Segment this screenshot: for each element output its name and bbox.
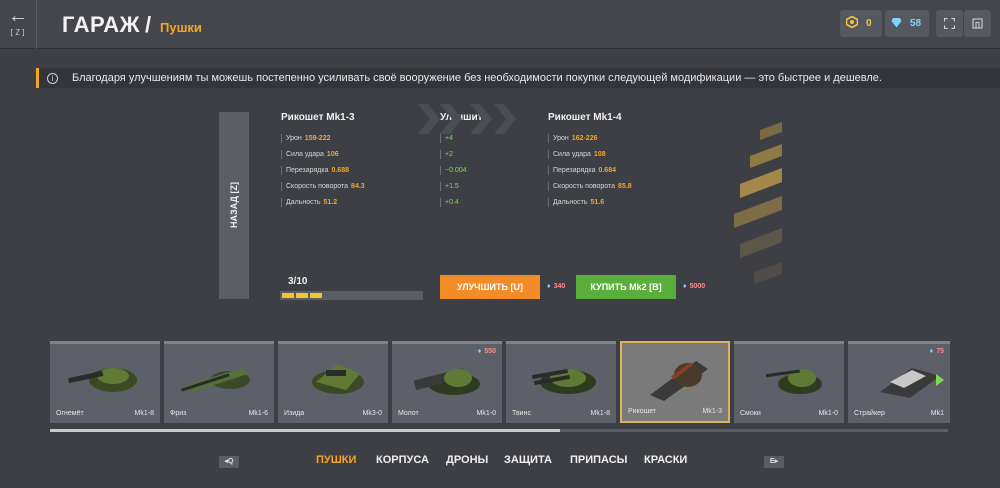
crystal-icon bbox=[891, 17, 902, 31]
current-stat-damage: Урон 159-222 bbox=[281, 134, 331, 143]
turret-image bbox=[68, 368, 137, 392]
diff-reload: −0.004 bbox=[440, 166, 467, 175]
item-modification: Mk1-8 bbox=[134, 410, 154, 417]
chevron-right-icon bbox=[470, 104, 492, 134]
current-stat-range: Дальность 51.2 bbox=[281, 198, 337, 207]
crystals-value: 58 bbox=[910, 18, 922, 29]
item-modification: Mk1-0 bbox=[476, 410, 496, 417]
next-item-title: Рикошет Mk1-4 bbox=[548, 112, 622, 123]
diff-impact: +2 bbox=[440, 150, 453, 159]
item-card-twins[interactable]: Твинс Mk1-8 bbox=[506, 341, 616, 423]
page-title: ГАРАЖ bbox=[62, 12, 140, 37]
tab-supplies[interactable]: ПРИПАСЫ bbox=[570, 454, 627, 466]
buy-button[interactable]: КУПИТЬ Mk2 [B] bbox=[576, 275, 676, 299]
tab-drones[interactable]: ДРОНЫ bbox=[446, 454, 488, 466]
item-card-isida[interactable]: Изида Mk3-0 bbox=[278, 341, 388, 423]
items-scrollbar-thumb[interactable] bbox=[50, 429, 560, 432]
chevron-right-icon bbox=[418, 104, 440, 134]
rank-value: 0 bbox=[866, 18, 872, 29]
info-icon: i bbox=[47, 72, 58, 84]
turret-image bbox=[413, 368, 480, 395]
rank-icon bbox=[845, 15, 859, 31]
buy-price: ♦ 5000 bbox=[683, 283, 706, 290]
fullscreen-button[interactable] bbox=[936, 10, 963, 37]
next-stat-damage: Урон 162-226 bbox=[548, 134, 598, 143]
upgrade-button[interactable]: УЛУЧШИТЬ [U] bbox=[440, 275, 540, 299]
item-name: Страйкер bbox=[854, 410, 885, 417]
rank-counter[interactable]: 0 bbox=[840, 10, 882, 37]
tab-hulls[interactable]: КОРПУСА bbox=[376, 454, 429, 466]
tab-guns[interactable]: ПУШКИ bbox=[316, 454, 356, 466]
next-tab-key[interactable]: E▸ bbox=[764, 456, 784, 468]
arrow-left-icon: ← bbox=[8, 5, 28, 27]
item-card-flamethrower[interactable]: Огнемёт Mk1-8 bbox=[50, 341, 160, 423]
upgrade-price: ♦ 340 bbox=[547, 283, 566, 290]
turret-image bbox=[312, 364, 364, 394]
progress-segment bbox=[296, 293, 308, 298]
next-stat-impact: Сила удара 108 bbox=[548, 150, 606, 159]
turret-image bbox=[650, 361, 708, 401]
info-accent bbox=[36, 68, 39, 88]
diff-rotation: +1.5 bbox=[440, 182, 459, 191]
next-stat-rotation: Скорость поворота 85.8 bbox=[548, 182, 632, 191]
turret-image bbox=[531, 368, 596, 394]
tab-paints[interactable]: КРАСКИ bbox=[644, 454, 687, 466]
progress-segment bbox=[282, 293, 294, 298]
chevron-right-icon bbox=[494, 104, 516, 134]
back-key-hint: [Z] bbox=[9, 28, 27, 37]
item-modification: Mk1-8 bbox=[590, 410, 610, 417]
tab-protection[interactable]: ЗАЩИТА bbox=[504, 454, 552, 466]
prev-tab-key[interactable]: ◂Q bbox=[219, 456, 239, 468]
chevron-right-icon bbox=[440, 104, 462, 134]
crystal-icon: ♦ bbox=[683, 283, 687, 290]
diff-damage: +4 bbox=[440, 134, 453, 143]
item-name: Молот bbox=[398, 410, 419, 417]
fullscreen-icon bbox=[943, 17, 956, 32]
top-bar: ← [Z] ГАРАЖ / Пушки 0 58 bbox=[0, 0, 1000, 49]
exit-button[interactable] bbox=[964, 10, 991, 37]
diff-range: +0.4 bbox=[440, 198, 459, 207]
hazard-stripes-decoration bbox=[734, 122, 782, 284]
next-stat-range: Дальность 51.6 bbox=[548, 198, 604, 207]
item-card-ricochet[interactable]: Рикошет Mk1-3 bbox=[620, 341, 730, 423]
item-card-striker[interactable]: ♦ 75 Страйкер Mk1 bbox=[848, 341, 950, 423]
item-card-freeze[interactable]: Фриз Mk1-6 bbox=[164, 341, 274, 423]
item-card-hammer[interactable]: ♦ 550 Молот Mk1-0 bbox=[392, 341, 502, 423]
upgrade-progress-label: 3/10 bbox=[288, 276, 308, 287]
crystal-icon: ♦ bbox=[547, 283, 551, 290]
exit-icon bbox=[972, 18, 983, 32]
item-name: Изида bbox=[284, 410, 305, 417]
turret-image bbox=[765, 369, 822, 394]
current-item-title: Рикошет Mk1-3 bbox=[281, 112, 355, 123]
item-modification: Mk1-0 bbox=[818, 410, 838, 417]
turret-image bbox=[880, 368, 944, 398]
item-name: Огнемёт bbox=[56, 410, 84, 417]
turret-image bbox=[181, 368, 250, 392]
progress-segment bbox=[310, 293, 322, 298]
item-modification: Mk1-6 bbox=[248, 410, 268, 417]
arrow-right-icon: ▸ bbox=[774, 458, 779, 465]
crystals-counter[interactable]: 58 bbox=[885, 10, 929, 37]
item-modification: Mk3-0 bbox=[362, 410, 382, 417]
item-name: Фриз bbox=[170, 410, 187, 417]
back-side-label: НАЗАД [Z] bbox=[229, 182, 239, 228]
title-separator: / bbox=[145, 12, 152, 37]
info-text: Благодаря улучшениям ты можешь постепенн… bbox=[72, 72, 882, 84]
item-name: Смоки bbox=[740, 410, 761, 417]
back-button[interactable]: ← [Z] bbox=[0, 0, 37, 49]
item-card-smoky[interactable]: Смоки Mk1-0 bbox=[734, 341, 844, 423]
item-modification: Mk1 bbox=[930, 410, 944, 417]
back-side-button[interactable]: НАЗАД [Z] bbox=[219, 112, 249, 299]
page-subtitle: Пушки bbox=[160, 20, 202, 35]
item-name: Твинс bbox=[512, 410, 531, 417]
current-stat-rotation: Скорость поворота 84.3 bbox=[281, 182, 365, 191]
item-name: Рикошет bbox=[628, 408, 657, 415]
current-stat-reload: Перезарядка 0.688 bbox=[281, 166, 349, 175]
info-banner: i Благодаря улучшениям ты можешь постепе… bbox=[36, 68, 1000, 88]
next-stat-reload: Перезарядка 0.684 bbox=[548, 166, 616, 175]
item-modification: Mk1-3 bbox=[702, 408, 722, 415]
current-stat-impact: Сила удара 106 bbox=[281, 150, 339, 159]
